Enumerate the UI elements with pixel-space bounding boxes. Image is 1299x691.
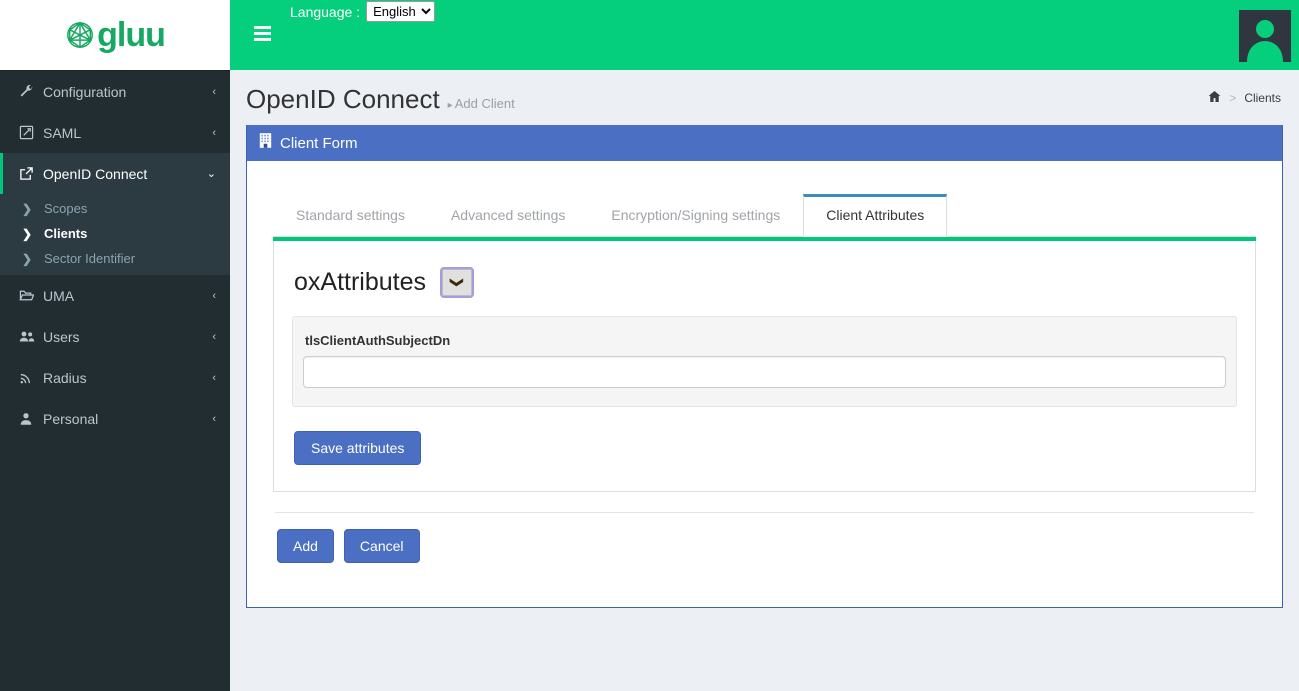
gluu-polyhedron-logo-icon	[65, 20, 95, 50]
folder-open-icon	[19, 288, 43, 303]
sidebar-item-label: Users	[43, 328, 80, 345]
sidebar-item-openid-connect[interactable]: OpenID Connect ⌄	[0, 153, 230, 194]
chevron-left-icon: ‹	[212, 330, 216, 343]
sidebar-item-label: Personal	[43, 410, 99, 427]
client-form-box-header: Client Form	[247, 125, 1282, 161]
person-icon	[19, 412, 43, 426]
tls-client-auth-subject-dn-label: tlsClientAuthSubjectDn	[305, 333, 451, 348]
sidebar-subitem-label: Sector Identifier	[44, 251, 136, 266]
tab-list: Standard settings Advanced settings Encr…	[273, 194, 1256, 237]
app-root: gluu Language : English Configuration ‹ …	[0, 0, 1299, 691]
chevron-right-icon: ❯	[22, 201, 33, 216]
client-form-title: Client Form	[280, 134, 358, 152]
nav-bar: Language : English	[230, 0, 1299, 70]
page-title: OpenID Connect	[246, 84, 440, 114]
caret-right-icon: ▸	[447, 100, 453, 111]
page-subtitle-text: Add Client	[454, 96, 515, 111]
users-group-icon	[19, 329, 43, 345]
client-form-box: Client Form Standard settings Advanced s…	[246, 125, 1283, 608]
chevron-down-icon: ⌄	[206, 168, 216, 180]
building-icon	[259, 132, 272, 154]
sidebar-item-radius[interactable]: Radius ‹	[0, 357, 230, 398]
ox-attributes-title: oxAttributes	[294, 268, 427, 296]
tab-standard-settings[interactable]: Standard settings	[273, 194, 428, 237]
breadcrumb-separator: >	[1229, 91, 1237, 105]
ox-attributes-toggle-button[interactable]: ❯	[440, 267, 475, 298]
breadcrumb: > Clients	[1208, 90, 1281, 106]
chevron-left-icon: ‹	[212, 371, 216, 384]
chevron-left-icon: ‹	[212, 126, 216, 139]
wrench-icon	[19, 84, 43, 99]
logo-group: gluu	[65, 16, 166, 54]
hamburger-bar	[254, 37, 271, 41]
form-footer-actions: Add Cancel	[275, 512, 1254, 585]
sidebar-item-label: Radius	[43, 369, 87, 386]
sidebar-subitem-label: Scopes	[44, 201, 88, 216]
sidebar-item-label: Configuration	[43, 83, 127, 100]
sidebar-item-clients[interactable]: ❯ Clients	[0, 221, 230, 246]
language-label: Language :	[290, 3, 361, 20]
language-select[interactable]: English	[366, 1, 436, 22]
chevron-right-icon: ❯	[22, 251, 33, 266]
home-icon[interactable]	[1208, 90, 1221, 106]
chevron-left-icon: ‹	[212, 412, 216, 425]
external-link-icon	[19, 166, 43, 181]
brand-logo[interactable]: gluu	[0, 0, 230, 70]
add-button[interactable]: Add	[277, 529, 334, 563]
main-content: OpenID Connect ▸ Add Client > Clients Cl…	[230, 70, 1299, 691]
user-avatar-icon[interactable]	[1239, 10, 1291, 62]
save-attributes-button[interactable]: Save attributes	[294, 431, 422, 465]
sidebar-item-saml[interactable]: SAML ‹	[0, 112, 230, 153]
chevron-left-icon: ‹	[212, 85, 216, 98]
tab-advanced-settings[interactable]: Advanced settings	[428, 194, 588, 237]
page-header: OpenID Connect ▸ Add Client > Clients	[244, 70, 1285, 125]
sidebar-item-label: OpenID Connect	[43, 165, 148, 182]
sidebar-item-personal[interactable]: Personal ‹	[0, 398, 230, 439]
chevron-left-icon: ‹	[212, 289, 216, 302]
sidebar-item-scopes[interactable]: ❯ Scopes	[0, 196, 230, 221]
sidebar-item-uma[interactable]: UMA ‹	[0, 275, 230, 316]
chevron-down-icon: ❯	[449, 277, 465, 288]
hamburger-bar	[254, 31, 271, 35]
breadcrumb-current[interactable]: Clients	[1244, 91, 1281, 105]
tab-encryption-signing-settings[interactable]: Encryption/Signing settings	[588, 194, 803, 237]
page-subtitle: ▸ Add Client	[448, 96, 515, 111]
cancel-button[interactable]: Cancel	[343, 529, 420, 563]
client-attributes-panel: oxAttributes ❯ tlsClientAuthSubjectDn Sa…	[273, 241, 1256, 492]
hamburger-bar	[254, 25, 271, 29]
brand-name: gluu	[97, 16, 166, 54]
attribute-field-group: tlsClientAuthSubjectDn	[292, 316, 1237, 407]
chevron-right-icon: ❯	[22, 226, 33, 241]
signal-waves-icon	[19, 370, 43, 385]
sidebar-submenu-openid-connect: ❯ Scopes ❯ Clients ❯ Sector Identifier	[0, 194, 230, 275]
sidebar-subitem-label: Clients	[44, 226, 88, 241]
language-selector-group: Language : English	[290, 1, 436, 22]
sidebar: Configuration ‹ SAML ‹ OpenID Connect ⌄	[0, 70, 230, 691]
sidebar-item-configuration[interactable]: Configuration ‹	[0, 71, 230, 112]
client-form-body: Standard settings Advanced settings Encr…	[247, 161, 1282, 607]
sidebar-item-label: UMA	[43, 287, 75, 304]
sidebar-item-sector-identifier[interactable]: ❯ Sector Identifier	[0, 246, 230, 271]
tls-client-auth-subject-dn-input[interactable]	[303, 356, 1226, 388]
ox-attributes-header: oxAttributes ❯	[292, 267, 1237, 316]
sidebar-item-label: SAML	[43, 124, 82, 141]
tab-client-attributes[interactable]: Client Attributes	[803, 194, 948, 237]
top-bar: gluu Language : English	[0, 0, 1299, 70]
body-row: Configuration ‹ SAML ‹ OpenID Connect ⌄	[0, 70, 1299, 691]
hamburger-menu-icon[interactable]	[254, 22, 278, 44]
edit-square-icon	[19, 125, 43, 140]
sidebar-item-users[interactable]: Users ‹	[0, 316, 230, 357]
